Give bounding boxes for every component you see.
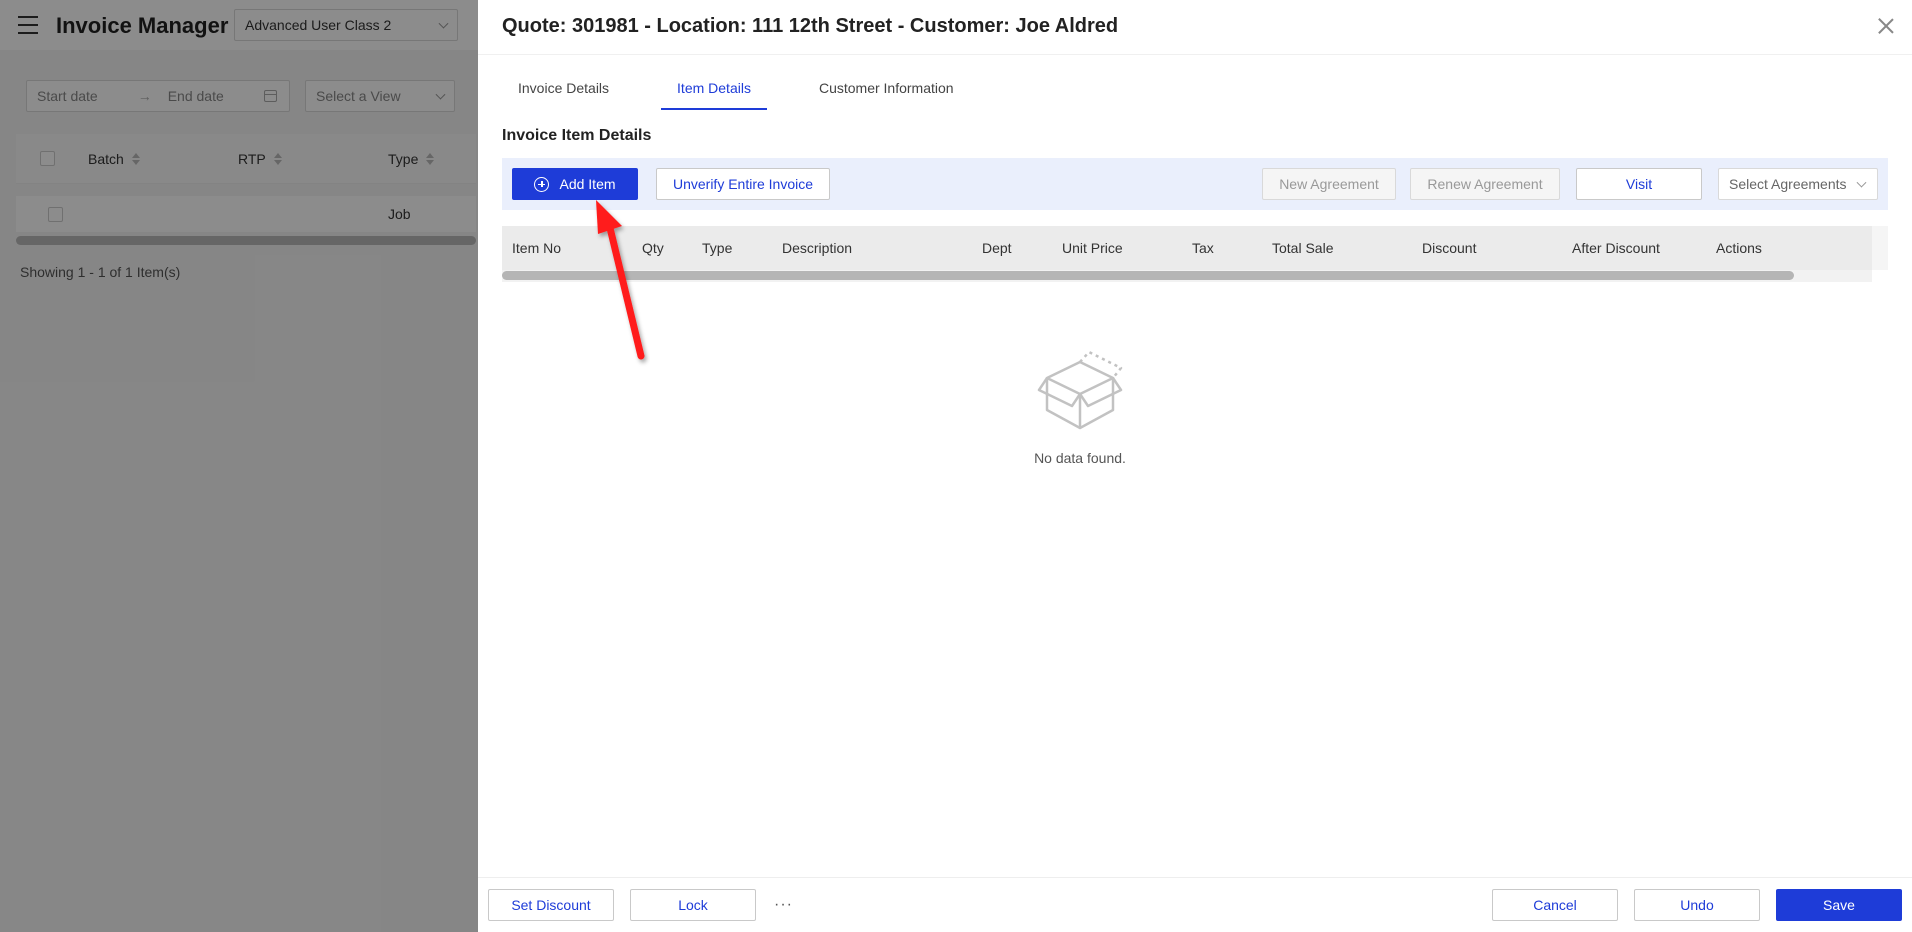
column-header-type: Type	[702, 240, 733, 256]
renew-agreement-button[interactable]: Renew Agreement	[1410, 168, 1560, 200]
column-header-item-no: Item No	[512, 240, 562, 256]
chevron-down-icon	[1856, 177, 1867, 188]
column-header-discount: Discount	[1422, 240, 1477, 256]
items-table-header: Item No Qty Type Description Dept Unit P…	[502, 226, 1872, 270]
column-header-dept: Dept	[982, 240, 1012, 256]
visit-button[interactable]: Visit	[1576, 168, 1702, 200]
add-item-label: Add Item	[559, 176, 616, 192]
table-scrollbar-thumb[interactable]	[502, 271, 1794, 280]
drawer-tabs: Invoice Details Item Details Customer In…	[502, 70, 1006, 110]
empty-box-icon	[1037, 350, 1123, 430]
drawer-title: Quote: 301981 - Location: 111 12th Stree…	[502, 15, 1119, 37]
new-agreement-button[interactable]: New Agreement	[1262, 168, 1396, 200]
select-agreements-dropdown[interactable]: Select Agreements	[1718, 168, 1878, 200]
undo-button[interactable]: Undo	[1634, 889, 1760, 921]
plus-circle-icon	[534, 176, 550, 192]
add-item-button[interactable]: Add Item	[512, 168, 638, 200]
tab-customer-information[interactable]: Customer Information	[803, 70, 970, 108]
save-button[interactable]: Save	[1776, 889, 1902, 921]
set-discount-button[interactable]: Set Discount	[488, 889, 614, 921]
empty-state-text: No data found.	[1034, 450, 1126, 466]
empty-state: No data found.	[970, 350, 1190, 466]
drawer-header: Quote: 301981 - Location: 111 12th Stree…	[478, 0, 1912, 55]
unverify-invoice-button[interactable]: Unverify Entire Invoice	[656, 168, 830, 200]
lock-button[interactable]: Lock	[630, 889, 756, 921]
drawer-footer: Set Discount Lock ··· Cancel Undo Save	[478, 877, 1912, 932]
table-header-gutter	[1872, 226, 1888, 270]
tab-item-details[interactable]: Item Details	[661, 70, 767, 110]
more-options-icon[interactable]: ···	[774, 896, 793, 914]
column-header-total-sale: Total Sale	[1272, 240, 1334, 256]
section-title: Invoice Item Details	[502, 127, 652, 144]
column-header-unit-price: Unit Price	[1062, 240, 1123, 256]
column-header-actions: Actions	[1716, 240, 1762, 256]
item-toolbar: Add Item Unverify Entire Invoice New Agr…	[502, 158, 1888, 210]
select-agreements-placeholder: Select Agreements	[1729, 176, 1847, 192]
column-header-after-discount: After Discount	[1572, 240, 1660, 256]
tab-invoice-details[interactable]: Invoice Details	[502, 70, 625, 108]
column-header-description: Description	[782, 240, 853, 256]
column-header-qty: Qty	[642, 240, 664, 256]
close-icon[interactable]	[1878, 18, 1894, 34]
cancel-button[interactable]: Cancel	[1492, 889, 1618, 921]
column-header-tax: Tax	[1192, 240, 1214, 256]
quote-drawer: Quote: 301981 - Location: 111 12th Stree…	[478, 0, 1912, 932]
